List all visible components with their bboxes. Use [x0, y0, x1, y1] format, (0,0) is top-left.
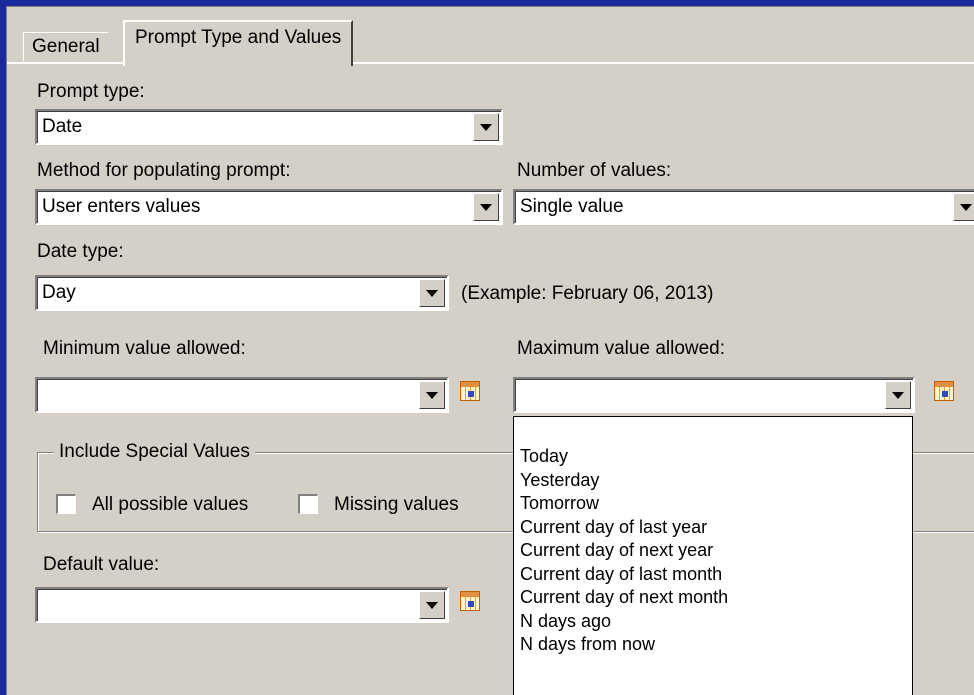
chevron-down-icon[interactable] — [473, 113, 499, 141]
date-type-value: Day — [42, 282, 76, 303]
dropdown-option-current-day-next-year[interactable]: Current day of next year — [514, 539, 912, 563]
dropdown-option-current-day-last-month[interactable]: Current day of last month — [514, 563, 912, 587]
date-type-label: Date type: — [37, 241, 124, 262]
calendar-icon[interactable] — [460, 591, 480, 611]
default-value-label: Default value: — [43, 554, 160, 575]
prompt-type-select[interactable]: Date — [35, 109, 503, 145]
method-label: Method for populating prompt: — [37, 160, 291, 181]
chevron-down-icon[interactable] — [473, 193, 499, 221]
minimum-value-select[interactable] — [35, 377, 449, 413]
dropdown-option-yesterday[interactable]: Yesterday — [514, 469, 912, 493]
prompt-type-value: Date — [42, 116, 83, 137]
chevron-down-icon[interactable] — [419, 381, 445, 409]
tab-prompt-type-and-values[interactable]: Prompt Type and Values — [123, 20, 354, 66]
missing-values-checkbox[interactable] — [298, 494, 318, 514]
dropdown-option-today[interactable]: Today — [514, 445, 912, 469]
default-value-select[interactable] — [35, 587, 449, 623]
all-possible-values-checkbox[interactable] — [56, 494, 76, 514]
calendar-icon[interactable] — [460, 381, 480, 401]
dropdown-option-tomorrow[interactable]: Tomorrow — [514, 492, 912, 516]
tab-strip: General Prompt Type and Values — [7, 7, 974, 66]
chevron-down-icon[interactable] — [419, 279, 445, 307]
method-select[interactable]: User enters values — [35, 189, 503, 225]
calendar-icon[interactable] — [934, 381, 954, 401]
date-type-example: (Example: February 06, 2013) — [461, 283, 714, 304]
number-of-values-label: Number of values: — [517, 160, 672, 181]
dropdown-option-current-day-last-year[interactable]: Current day of last year — [514, 516, 912, 540]
special-values-legend: Include Special Values — [54, 440, 255, 464]
dropdown-option-current-day-next-month[interactable]: Current day of next month — [514, 586, 912, 610]
method-value: User enters values — [42, 196, 201, 217]
chevron-down-icon[interactable] — [419, 591, 445, 619]
dropdown-option-n-days-ago[interactable]: N days ago — [514, 610, 912, 634]
dialog-panel: General Prompt Type and Values Prompt ty… — [6, 6, 974, 695]
missing-values-label: Missing values — [334, 494, 459, 515]
all-possible-values-label: All possible values — [92, 494, 249, 515]
maximum-value-label: Maximum value allowed: — [517, 338, 726, 359]
chevron-down-icon[interactable] — [885, 381, 911, 409]
date-type-select[interactable]: Day — [35, 275, 449, 311]
maximum-value-dropdown-list: Today Yesterday Tomorrow Current day of … — [513, 416, 913, 695]
maximum-value-select[interactable] — [513, 377, 915, 413]
tab-general[interactable]: General — [23, 32, 108, 61]
minimum-value-label: Minimum value allowed: — [43, 338, 246, 359]
number-of-values-value: Single value — [520, 196, 624, 217]
dropdown-option-n-days-from-now[interactable]: N days from now — [514, 633, 912, 657]
chevron-down-icon[interactable] — [953, 193, 974, 221]
prompt-type-label: Prompt type: — [37, 81, 145, 102]
number-of-values-select[interactable]: Single value — [513, 189, 974, 225]
